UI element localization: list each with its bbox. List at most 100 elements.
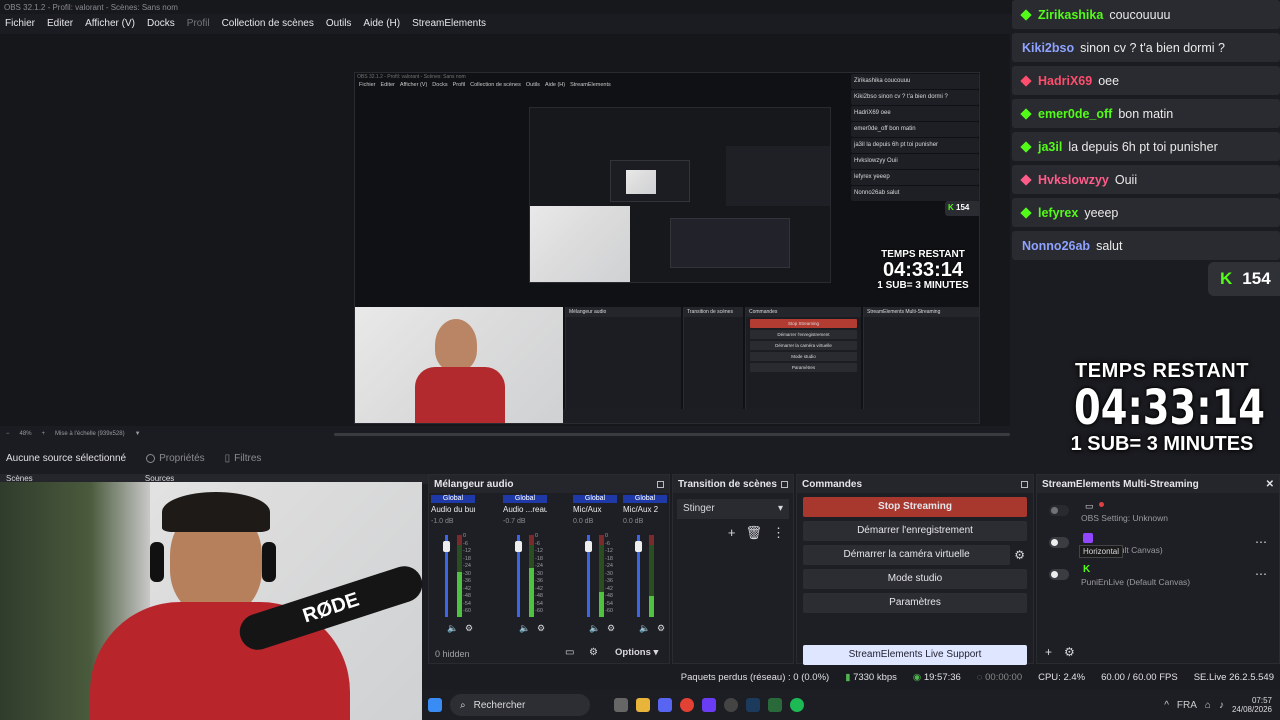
zoom-out-button[interactable]: − (6, 431, 10, 437)
language-indicator[interactable]: FRA (1177, 700, 1197, 711)
level-peak (649, 535, 654, 545)
close-icon[interactable]: ✕ (1266, 479, 1274, 490)
nested-timer: TEMPS RESTANT 04:33:14 1 SUB= 3 MINUTES (877, 249, 969, 291)
properties-button[interactable]: Propriétés (146, 453, 205, 464)
explorer-icon[interactable] (636, 698, 650, 712)
menu-item[interactable]: Docks (147, 18, 175, 30)
more-icon[interactable]: ⋮ (772, 525, 785, 541)
mixer-layout-icon[interactable]: ▭ (565, 647, 574, 658)
speaker-icon[interactable]: 🔈 (519, 623, 530, 634)
gear-icon[interactable]: ⚙ (1064, 645, 1075, 659)
audio-mixer-header: Mélangeur audio (429, 475, 669, 493)
mixer-gear-icon[interactable]: ⚙ (537, 623, 545, 634)
discord-icon[interactable] (658, 698, 672, 712)
toggle[interactable] (1049, 505, 1069, 516)
meter-scale: -24 (605, 563, 613, 569)
subathon-timer: TEMPS RESTANT 04:33:14 1 SUB= 3 MINUTES (1052, 360, 1272, 456)
menu-item[interactable]: Afficher (V) (85, 18, 135, 30)
nested-commands: Commandes Stop Streaming Démarrer l'enre… (745, 307, 861, 423)
version: SE.Live 26.2.5.549 (1193, 671, 1274, 683)
obs-icon[interactable] (724, 698, 738, 712)
spotify-icon[interactable] (790, 698, 804, 712)
speaker-icon[interactable]: 🔈 (447, 623, 458, 634)
task-view-icon[interactable] (614, 698, 628, 712)
chrome-icon[interactable] (680, 698, 694, 712)
trash-icon[interactable]: 🗑 (745, 525, 762, 541)
mixer-gear-icon[interactable]: ⚙ (607, 623, 615, 634)
nested-chat-message: Zirikashika coucouuu (851, 74, 979, 89)
meter-scale: -36 (605, 578, 613, 584)
menu-item[interactable]: Fichier (5, 18, 35, 30)
windows-start-icon[interactable] (428, 698, 442, 712)
stop-streaming-button[interactable]: Stop Streaming (803, 497, 1027, 517)
nested-chat-message: Hvkslowzyy Ouii (851, 154, 979, 169)
channel-name[interactable]: Audio du bureau (431, 505, 475, 514)
more-icon[interactable]: ⋯ (1255, 535, 1267, 549)
zoom-in-button[interactable]: + (42, 431, 46, 437)
menu-item[interactable]: Collection de scènes (222, 18, 314, 30)
zoom-mode[interactable]: Mise à l'échelle (939x528) (55, 431, 125, 437)
undock-icon[interactable] (657, 480, 664, 488)
slider-knob[interactable] (635, 541, 642, 552)
steam-icon[interactable] (746, 698, 760, 712)
mixer-settings-icon[interactable]: ⚙ (589, 647, 598, 658)
mixer-gear-icon[interactable]: ⚙ (465, 623, 473, 634)
slider-knob[interactable] (443, 541, 450, 552)
mixer-options-button[interactable]: Options ▾ (615, 647, 658, 658)
menu-item[interactable]: Editer (47, 18, 73, 30)
app-icon[interactable] (702, 698, 716, 712)
live-support-button[interactable]: StreamElements Live Support (803, 645, 1027, 665)
menu-item[interactable]: Aide (H) (363, 18, 400, 30)
studio-mode-button[interactable]: Mode studio (803, 569, 1027, 589)
chat-message: Kiki2bso sinon cv ? t'a bien dormi ? (1012, 33, 1280, 62)
gear-icon[interactable]: ⚙ (1014, 548, 1025, 562)
add-icon[interactable]: + (728, 525, 736, 541)
channel-name[interactable]: Audio ...reau 2 (503, 505, 547, 514)
slider-knob[interactable] (585, 541, 592, 552)
tray-chevron-icon[interactable]: ^ (1164, 700, 1169, 711)
xbox-icon[interactable] (768, 698, 782, 712)
clock[interactable]: 07:57 24/08/2026 (1232, 696, 1280, 714)
channel-db: -1.0 dB (431, 518, 454, 525)
no-source-label: Aucune source sélectionné (6, 452, 127, 464)
taskbar-search[interactable]: ⌕ Rechercher (450, 694, 590, 716)
badge-icon (1020, 140, 1032, 153)
more-icon[interactable]: ⋯ (1255, 567, 1267, 581)
menu-item[interactable]: StreamElements (412, 18, 486, 30)
chevron-down-icon: ▾ (777, 503, 783, 514)
meter-scale: -30 (535, 570, 543, 577)
chevron-down-icon[interactable]: ▼ (135, 431, 141, 437)
settings-button[interactable]: Paramètres (803, 593, 1027, 613)
channel-name[interactable]: Mic/Aux 2 (623, 505, 667, 514)
volume-icon[interactable]: ♪ (1219, 700, 1224, 711)
mixer-gear-icon[interactable]: ⚙ (657, 623, 665, 634)
channel-name[interactable]: Mic/Aux (573, 505, 617, 514)
gear-icon (146, 453, 156, 463)
add-icon[interactable]: + (1045, 645, 1052, 659)
virtual-camera-button[interactable]: Démarrer la caméra virtuelle (803, 545, 1011, 565)
undock-icon[interactable] (1021, 480, 1028, 488)
speaker-icon[interactable]: 🔈 (639, 623, 650, 634)
menu-item[interactable]: Profil (187, 18, 210, 30)
menu-item[interactable]: Outils (326, 18, 352, 30)
nested-chat-message: emer0de_off bon matin (851, 122, 979, 137)
slider-knob[interactable] (515, 541, 522, 552)
nested-menu-item: Docks (432, 82, 448, 88)
meter-scale: -36 (463, 578, 471, 584)
toggle[interactable] (1049, 569, 1069, 580)
meter-scale: 0 (605, 533, 609, 539)
undock-icon[interactable] (781, 480, 788, 488)
toggle[interactable] (1049, 537, 1069, 548)
nested-taskbar (563, 409, 979, 423)
preview-scrollbar[interactable] (334, 433, 1010, 436)
transition-select[interactable]: Stinger ▾ (677, 499, 789, 519)
meter-scale: -24 (463, 563, 471, 569)
channel-global-label: Global (623, 495, 667, 503)
badge-icon (1020, 74, 1032, 87)
tooltip: Horizontal (1079, 545, 1124, 558)
start-recording-button[interactable]: Démarrer l'enregistrement (803, 521, 1027, 541)
nested-menu-item: Aide (H) (544, 82, 566, 88)
filters-button[interactable]: ▯ Filtres (225, 453, 262, 464)
speaker-icon[interactable]: 🔈 (589, 623, 600, 634)
network-icon[interactable]: ⌂ (1205, 700, 1211, 711)
